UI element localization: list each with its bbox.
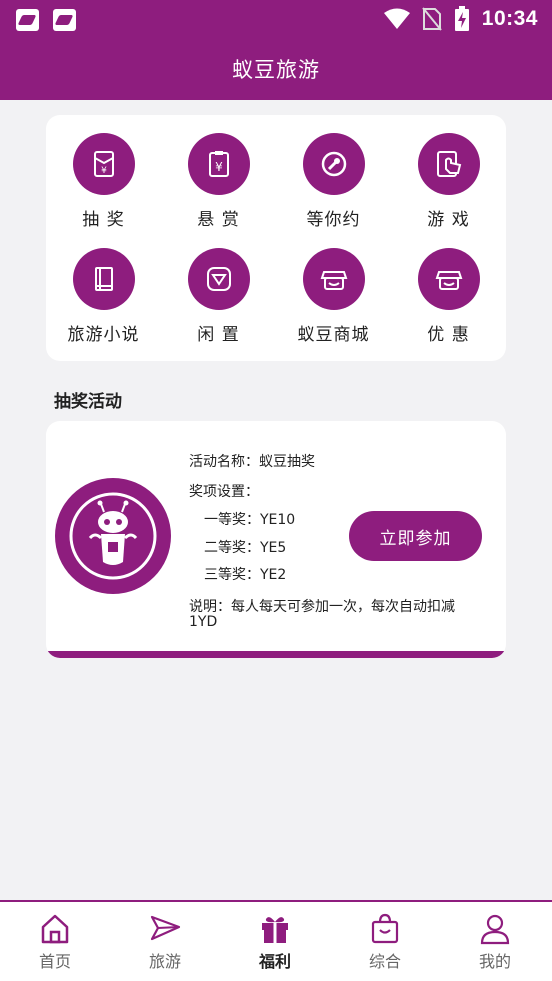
shopping-bag-icon xyxy=(371,913,399,944)
paper-plane-icon xyxy=(150,915,181,941)
notification-icons xyxy=(16,9,76,31)
red-envelope-icon: ¥ xyxy=(93,151,114,177)
robot-icon xyxy=(69,492,157,580)
user-icon xyxy=(480,914,510,945)
page-title: 蚁豆旅游 xyxy=(232,58,320,82)
card-bottom-bar xyxy=(46,651,506,658)
grid-item-travel-novel[interactable]: 旅游小说 xyxy=(46,248,161,345)
gift-icon xyxy=(262,917,288,943)
nav-general[interactable]: 综合 xyxy=(330,912,440,972)
grid-item-discount[interactable]: 优 惠 xyxy=(391,248,506,345)
clock: 10:34 xyxy=(481,7,538,30)
prize-second: 二等奖：YE5 xyxy=(204,540,287,556)
reward-clipboard-icon: ¥ xyxy=(208,151,229,177)
diamond-icon xyxy=(206,267,231,291)
feature-grid: ¥ 抽 奖 ¥ 悬 赏 等你约 游 戏 旅游小说 闲 置 蚁豆商城 优 惠 xyxy=(46,115,506,361)
prize-third: 三等奖：YE2 xyxy=(204,567,287,583)
prizes-title: 奖项设置： xyxy=(189,484,259,500)
home-icon xyxy=(41,914,69,944)
lottery-card: 活动名称：蚁豆抽奖 奖项设置： 一等奖：YE10 二等奖：YE5 三等奖：YE2… xyxy=(46,421,506,658)
grid-item-idle[interactable]: 闲 置 xyxy=(161,248,276,345)
section-title: 抽奖活动 xyxy=(54,392,122,412)
grid-item-mall[interactable]: 蚁豆商城 xyxy=(276,248,391,345)
prize-first: 一等奖：YE10 xyxy=(204,512,296,528)
app-notification-icon xyxy=(16,9,39,31)
no-sim-icon xyxy=(422,7,442,31)
robot-avatar xyxy=(55,478,171,594)
battery-charging-icon xyxy=(454,6,469,31)
join-now-button[interactable]: 立即参加 xyxy=(349,511,482,561)
app-notification-icon xyxy=(53,9,76,31)
grid-item-lottery[interactable]: ¥ 抽 奖 xyxy=(46,133,161,230)
book-icon xyxy=(94,267,113,291)
activity-name: 活动名称：蚁豆抽奖 xyxy=(189,454,315,470)
touch-hand-icon xyxy=(436,151,461,177)
nav-welfare[interactable]: 福利 xyxy=(220,912,330,972)
shop-icon xyxy=(320,271,347,290)
grid-item-wait-for-you[interactable]: 等你约 xyxy=(276,133,391,230)
grid-item-games[interactable]: 游 戏 xyxy=(391,133,506,230)
description: 说明：每人每天可参加一次，每次自动扣减 xyxy=(189,599,455,615)
svg-text:¥: ¥ xyxy=(101,166,107,176)
description-cont: 1YD xyxy=(189,614,218,630)
grid-item-reward[interactable]: ¥ 悬 赏 xyxy=(161,133,276,230)
wifi-icon xyxy=(383,8,410,29)
store-icon xyxy=(435,271,462,290)
wrench-icon xyxy=(321,151,346,177)
nav-mine[interactable]: 我的 xyxy=(440,912,550,972)
svg-text:¥: ¥ xyxy=(215,160,223,174)
bottom-nav: 首页 旅游 福利 综合 我的 xyxy=(0,900,552,981)
nav-travel[interactable]: 旅游 xyxy=(110,912,220,972)
nav-home[interactable]: 首页 xyxy=(0,912,110,972)
status-bar: 10:34 xyxy=(0,0,552,40)
app-bar: 蚁豆旅游 xyxy=(0,40,552,100)
